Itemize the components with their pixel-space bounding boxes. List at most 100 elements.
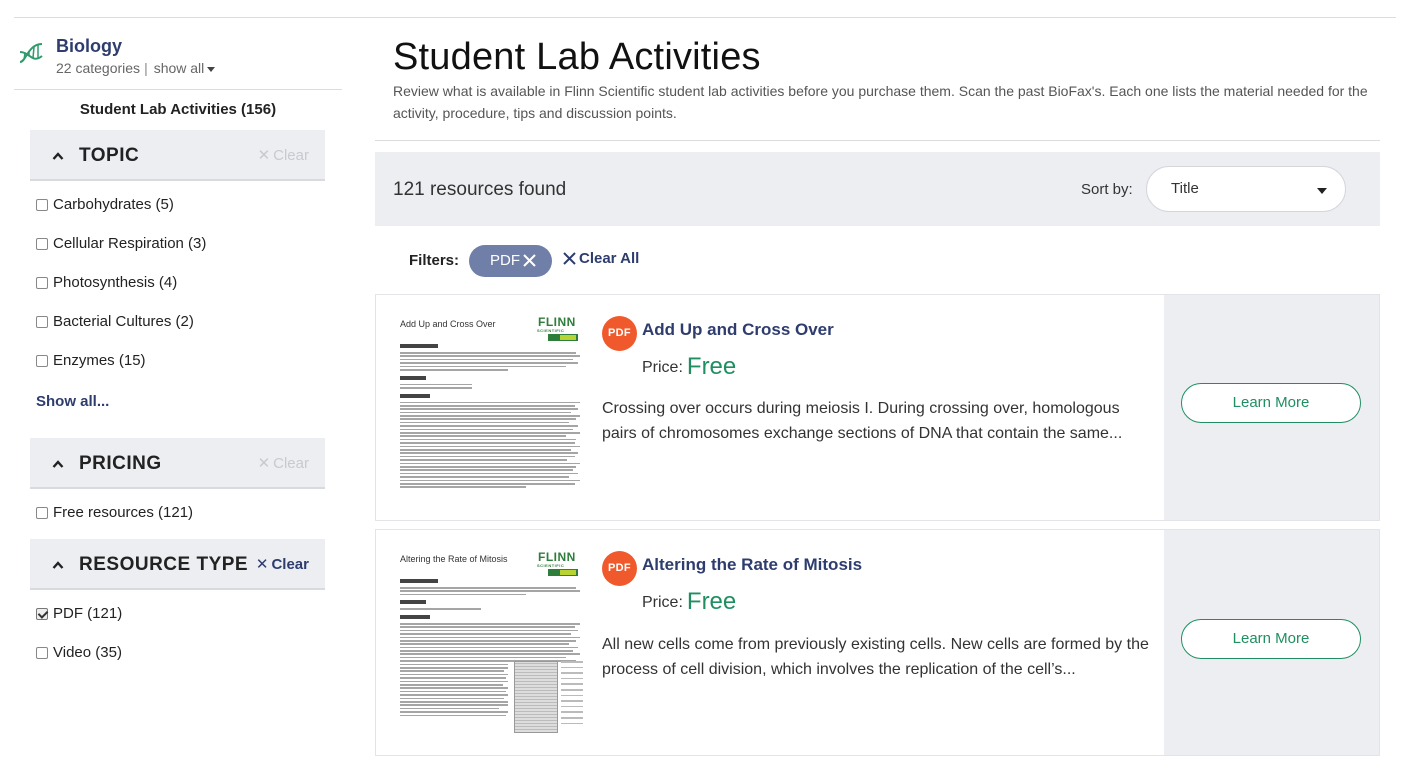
clear-label: Clear <box>271 556 309 573</box>
chip-label: PDF <box>490 252 520 269</box>
close-icon: ✕ <box>257 455 271 472</box>
show-all-topics-link[interactable]: Show all... <box>30 394 325 438</box>
facet-pricing: PRICING ✕ Clear Free resources (121) <box>30 438 325 544</box>
resource-description: All new cells come from previously exist… <box>602 636 1149 678</box>
learn-more-button[interactable]: Learn More <box>1181 383 1361 423</box>
thumbnail-text-lines <box>400 339 580 490</box>
option-label: Enzymes (15) <box>53 352 146 369</box>
page-title: Student Lab Activities <box>393 36 761 78</box>
show-all-categories-link[interactable]: show all <box>154 60 216 76</box>
clear-label: Clear <box>273 147 309 164</box>
chevron-up-icon <box>52 561 64 569</box>
option-label: Carbohydrates (5) <box>53 196 174 213</box>
thumbnail-figure <box>514 661 558 733</box>
checkbox[interactable] <box>36 316 48 328</box>
thumbnail-title: Add Up and Cross Over <box>400 319 496 329</box>
checkbox[interactable] <box>36 238 48 250</box>
price-row: Price: Free <box>642 588 736 616</box>
option-label: Photosynthesis (4) <box>53 274 178 291</box>
document-thumbnail[interactable]: Altering the Rate of Mitosis FLINN SCIEN… <box>394 546 584 752</box>
facet-pricing-header[interactable]: PRICING ✕ Clear <box>30 438 325 489</box>
facet-resource-type-header[interactable]: RESOURCE TYPE ✕ Clear <box>30 539 325 590</box>
category-count: 22 categories <box>56 60 141 76</box>
caret-down-icon <box>207 66 216 72</box>
separator: | <box>144 60 148 76</box>
card-action-panel: Learn More <box>1164 530 1379 755</box>
facet-resource-type: RESOURCE TYPE ✕ Clear PDF (121) Video (35… <box>30 539 325 684</box>
sidebar: Biology 22 categories | show all Student L… <box>14 18 342 684</box>
document-thumbnail[interactable]: Add Up and Cross Over FLINN SCIENTIFIC <box>394 311 584 517</box>
logo-text: FLINN <box>538 315 576 329</box>
option-label: Cellular Respiration (3) <box>53 235 207 252</box>
facet-topic-header[interactable]: TOPIC ✕ Clear <box>30 130 325 181</box>
clear-resource-type-button[interactable]: ✕ Clear <box>256 555 309 573</box>
price-label: Price: <box>642 594 683 611</box>
option-label: Free resources (121) <box>53 504 194 521</box>
facet-title: PRICING <box>79 453 162 474</box>
page-description: Review what is available in Flinn Scient… <box>393 83 1368 121</box>
checkbox-checked[interactable] <box>36 608 48 620</box>
resource-type-options: PDF (121) Video (35) <box>30 590 325 684</box>
checkbox[interactable] <box>36 199 48 211</box>
topic-options: Carbohydrates (5) Cellular Respiration (… <box>30 181 325 438</box>
price-value: Free <box>686 588 737 615</box>
pdf-badge-icon: PDF <box>602 316 637 351</box>
category-title[interactable]: Biology <box>56 36 122 57</box>
checkbox[interactable] <box>36 355 48 367</box>
active-filters: Filters: PDF Clear All <box>409 244 809 278</box>
results-bar: 121 resources found Sort by: Title <box>375 152 1380 226</box>
resource-type-option[interactable]: PDF (121) <box>30 606 325 645</box>
learn-more-button[interactable]: Learn More <box>1181 619 1361 659</box>
price-row: Price: Free <box>642 353 736 381</box>
option-label: PDF (121) <box>53 605 123 622</box>
thumbnail-figure-labels <box>561 661 583 733</box>
option-label: Video (35) <box>53 644 122 661</box>
logo-text: FLINN <box>538 550 576 564</box>
clear-topic-button[interactable]: ✕ Clear <box>258 146 309 164</box>
resource-description: Crossing over occurs during meiosis I. D… <box>602 400 1123 442</box>
close-icon[interactable] <box>522 253 537 268</box>
pdf-badge-icon: PDF <box>602 551 637 586</box>
filter-chip-pdf[interactable]: PDF <box>469 245 552 277</box>
show-all-label: show all <box>153 60 205 76</box>
sort-dropdown[interactable]: Title <box>1146 166 1346 212</box>
topic-option[interactable]: Carbohydrates (5) <box>30 197 325 236</box>
logo-mark: SCIENTIFIC <box>537 563 565 568</box>
divider <box>375 140 1380 141</box>
clear-label: Clear <box>273 455 309 472</box>
clear-all-button[interactable]: Clear All <box>562 250 639 267</box>
resource-title-link[interactable]: Add Up and Cross Over <box>642 320 834 340</box>
price-value: Free <box>686 353 737 380</box>
resource-card: Add Up and Cross Over FLINN SCIENTIFIC P… <box>375 294 1380 521</box>
checkbox[interactable] <box>36 277 48 289</box>
topic-option[interactable]: Enzymes (15) <box>30 353 325 392</box>
option-label: Bacterial Cultures (2) <box>53 313 194 330</box>
topic-option[interactable]: Cellular Respiration (3) <box>30 236 325 275</box>
facet-topic: TOPIC ✕ Clear Carbohydrates (5) Cellular … <box>30 130 325 438</box>
close-icon: ✕ <box>255 556 269 573</box>
resource-card: Altering the Rate of Mitosis FLINN SCIEN… <box>375 529 1380 756</box>
facet-title: RESOURCE TYPE <box>79 554 249 575</box>
results-count: 121 resources found <box>393 179 567 200</box>
checkbox[interactable] <box>36 647 48 659</box>
close-icon <box>563 252 576 265</box>
category-subtitle: 22 categories | show all <box>56 60 216 76</box>
dna-icon <box>19 43 43 63</box>
chevron-up-icon <box>52 460 64 468</box>
lab-activities-count[interactable]: Student Lab Activities (156) <box>14 102 342 130</box>
topic-option[interactable]: Photosynthesis (4) <box>30 275 325 314</box>
sort-value: Title <box>1171 180 1199 197</box>
topic-option[interactable]: Bacterial Cultures (2) <box>30 314 325 353</box>
clear-pricing-button[interactable]: ✕ Clear <box>258 454 309 472</box>
facet-title: TOPIC <box>79 145 140 166</box>
checkbox[interactable] <box>36 507 48 519</box>
filters-label: Filters: <box>409 252 460 269</box>
pricing-options: Free resources (121) <box>30 489 325 544</box>
resource-title-link[interactable]: Altering the Rate of Mitosis <box>642 555 862 575</box>
chevron-up-icon <box>52 152 64 160</box>
resource-type-option[interactable]: Video (35) <box>30 645 325 684</box>
logo-mark: SCIENTIFIC <box>537 328 565 333</box>
sort-label: Sort by: <box>1081 181 1133 198</box>
category-header: Biology 22 categories | show all <box>14 18 342 90</box>
clear-all-label: Clear All <box>579 250 640 267</box>
